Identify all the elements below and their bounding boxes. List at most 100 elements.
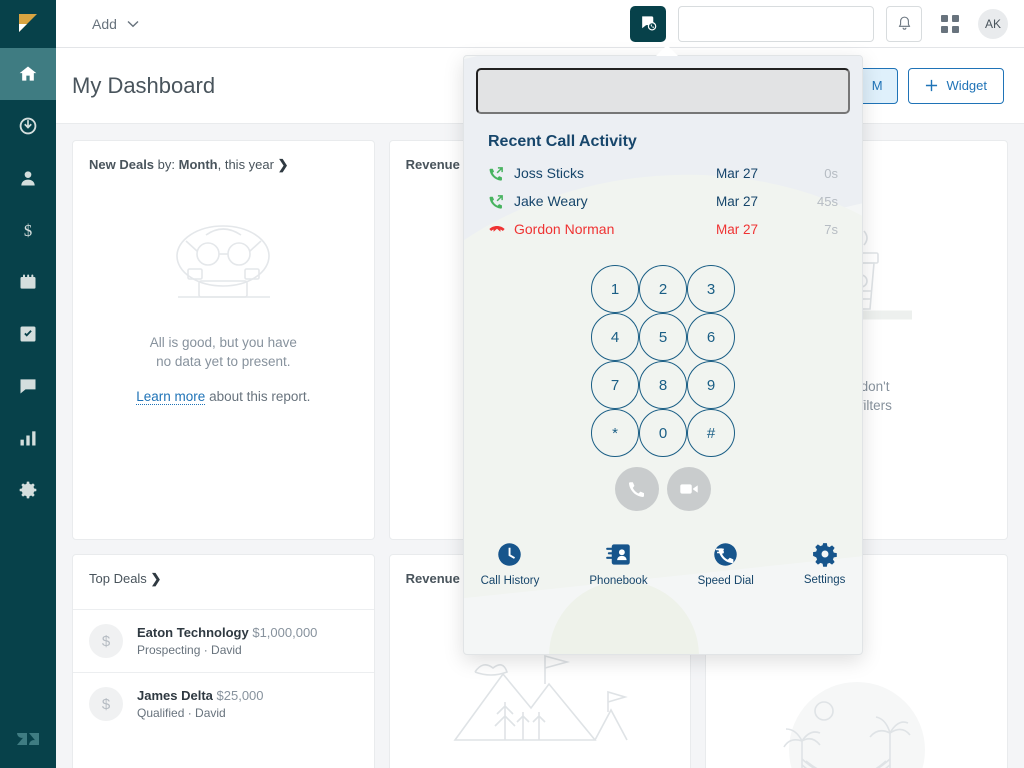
deal-title: Eaton Technology $1,000,000 (137, 625, 317, 640)
gear-icon (812, 543, 837, 567)
widget-title: Revenue (405, 157, 460, 172)
voice-call-button[interactable] (615, 467, 659, 511)
sidebar-item-home[interactable] (0, 48, 56, 100)
dialer-content: Recent Call Activity Joss Sticks Mar 27 … (464, 56, 862, 654)
tab-call-history[interactable]: Call History (480, 541, 540, 587)
sidebar-item-calendar[interactable] (0, 256, 56, 308)
widget-title: Top Deals (89, 571, 147, 586)
deal-title: James Delta $25,000 (137, 688, 264, 703)
dialpad-key-6[interactable]: 6 (687, 313, 735, 361)
phonebook-icon (606, 544, 630, 565)
call-date: Mar 27 (716, 165, 759, 181)
call-log-row[interactable]: Gordon Norman Mar 27 7s (476, 215, 850, 243)
call-contact-name: Jake Weary (514, 193, 588, 209)
call-duration: 0s (824, 165, 838, 181)
call-contact-name: Gordon Norman (514, 221, 615, 237)
activity-icon (19, 117, 37, 135)
bell-icon (898, 16, 910, 30)
call-contact-name: Joss Sticks (514, 165, 585, 181)
dialpad-key-8[interactable]: 8 (639, 361, 687, 409)
hammock-illustration (782, 682, 925, 768)
search-box[interactable] (678, 5, 874, 42)
list-item[interactable]: $ James Delta $25,000 Qualified · David (73, 672, 374, 735)
dialpad-key-hash[interactable]: # (687, 409, 735, 457)
dialer-popup: Recent Call Activity Joss Sticks Mar 27 … (463, 55, 863, 655)
search-input[interactable] (689, 16, 865, 31)
recent-call-activity-title: Recent Call Activity (488, 133, 637, 150)
dialer-number-input[interactable] (476, 68, 850, 114)
deal-amount: $25,000 (216, 688, 264, 703)
add-widget-button[interactable]: Widget (907, 67, 1004, 104)
call-duration: 7s (824, 221, 838, 237)
chevron-right-icon[interactable]: ❯ (150, 571, 161, 586)
sidebar-item-activity[interactable] (0, 100, 56, 152)
call-duration: 45s (817, 193, 838, 209)
dialer-popup-caret (656, 45, 678, 56)
sidebar-item-communication[interactable] (0, 360, 56, 412)
widget-new-deals: New Deals by: Month, this year ❯ All is … (72, 140, 375, 540)
notifications-button[interactable] (886, 5, 922, 42)
manage-dashboards-label: M (871, 78, 883, 93)
chat-bubble-icon (20, 379, 36, 394)
tab-phonebook[interactable]: Phonebook (589, 541, 648, 587)
learn-more-link[interactable]: Learn more (136, 389, 206, 405)
widget-title-range: , this year (217, 157, 274, 172)
dialpad-key-0[interactable]: 0 (639, 409, 687, 457)
calendar-icon (20, 274, 36, 289)
plus-icon (925, 79, 937, 92)
tab-dialer-settings[interactable]: Settings (804, 541, 845, 587)
sidebar-item-tasks[interactable] (0, 308, 56, 360)
dialpad-key-3[interactable]: 3 (687, 265, 735, 313)
dialer-tabbar: Call History Phonebook Speed Dial Settin… (476, 541, 850, 587)
apps-grid-button[interactable] (934, 8, 966, 40)
left-nav-rail: $ (0, 0, 56, 768)
widget-title-groupby: Month (178, 157, 218, 172)
add-button-label: Add (92, 15, 117, 32)
empty-chart-illustration (176, 225, 270, 298)
top-bar-actions: AK (630, 5, 1024, 42)
chevron-down-icon (127, 20, 139, 27)
sidebar-item-deals[interactable]: $ (0, 204, 56, 256)
avatar-initials: AK (984, 16, 1001, 31)
widget-top-deals: Top Deals ❯ $ Eaton Technology $1,000,00… (72, 554, 375, 768)
sidebar-item-settings[interactable] (0, 464, 56, 516)
chevron-right-icon[interactable]: ❯ (278, 157, 289, 172)
video-call-button[interactable] (667, 467, 711, 511)
tab-speed-dial[interactable]: Speed Dial (698, 541, 754, 587)
dialpad-key-4[interactable]: 4 (591, 313, 639, 361)
deal-subtitle: Qualified · David (137, 706, 226, 720)
call-log-row[interactable]: Jake Weary Mar 27 45s (476, 187, 850, 215)
deal-name: James Delta (137, 688, 213, 703)
widget-title-mid: by: (154, 157, 179, 172)
dialpad-key-star[interactable]: * (591, 409, 639, 457)
deal-amount: $1,000,000 (252, 625, 318, 640)
widget-top-deals-header[interactable]: Top Deals ❯ (73, 555, 374, 609)
tab-label: Call History (480, 575, 540, 587)
avatar[interactable]: AK (978, 8, 1008, 39)
dialpad-key-5[interactable]: 5 (639, 313, 687, 361)
dollar-avatar-icon: $ (89, 624, 123, 658)
call-incoming-icon (488, 165, 514, 182)
add-button[interactable]: Add (92, 16, 139, 32)
bar-chart-icon (20, 431, 36, 446)
app-logo[interactable] (0, 0, 56, 48)
app-root: $ Add AK My Dashboard M Widget New Deals… (0, 0, 1024, 768)
call-missed-icon (488, 220, 514, 238)
list-item[interactable]: $ Eaton Technology $1,000,000 Prospectin… (73, 609, 374, 672)
deal-name: Eaton Technology (137, 625, 249, 640)
widget-title: New Deals (89, 157, 155, 172)
dialpad: 1 2 3 4 5 6 7 8 9 * 0 # (476, 265, 850, 457)
sidebar-item-contacts[interactable] (0, 152, 56, 204)
speed-dial-icon (714, 543, 737, 566)
dialpad-key-9[interactable]: 9 (687, 361, 735, 409)
dialer-action-buttons (476, 467, 850, 511)
call-log-row[interactable]: Joss Sticks Mar 27 0s (476, 159, 850, 187)
sidebar-item-reports[interactable] (0, 412, 56, 464)
grid-icon (941, 14, 959, 33)
dialer-toggle-button[interactable] (630, 5, 666, 42)
dialpad-key-1[interactable]: 1 (591, 265, 639, 313)
dialpad-key-2[interactable]: 2 (639, 265, 687, 313)
widget-new-deals-header[interactable]: New Deals by: Month, this year ❯ (73, 141, 374, 189)
tab-label: Phonebook (589, 575, 648, 587)
dialpad-key-7[interactable]: 7 (591, 361, 639, 409)
